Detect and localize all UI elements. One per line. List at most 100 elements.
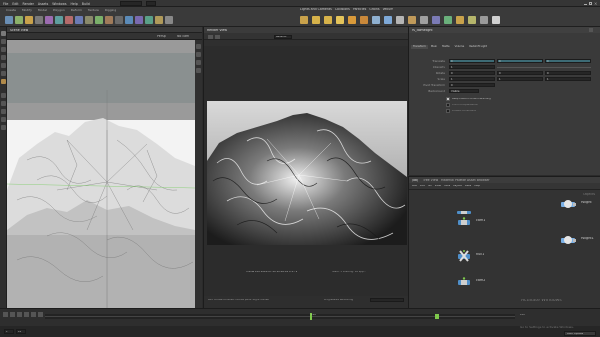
param-field[interactable]: 0	[545, 71, 591, 75]
snap-tool-icon[interactable]	[1, 93, 6, 98]
font-tool-icon[interactable]	[125, 16, 133, 24]
area-light-tool-icon[interactable]	[336, 16, 344, 24]
menu-help[interactable]: Help	[71, 2, 78, 6]
camera-tool-icon[interactable]	[300, 16, 308, 24]
net-menu-add[interactable]: Add	[412, 185, 417, 188]
keyframe-marker[interactable]	[435, 314, 439, 319]
line-tool-icon[interactable]	[65, 16, 73, 24]
torus-tool-icon[interactable]	[35, 16, 43, 24]
gear-icon[interactable]	[589, 28, 593, 32]
start-frame-field[interactable]: 1	[4, 329, 14, 334]
param-field[interactable]: 0	[449, 71, 495, 75]
null-tool-icon[interactable]	[55, 16, 63, 24]
tab-matte[interactable]: Matte	[440, 45, 452, 49]
child-compensation-checkbox[interactable]	[446, 103, 450, 107]
param-field[interactable]: 0	[497, 71, 543, 75]
distant-light-tool-icon[interactable]	[372, 16, 380, 24]
stop-icon[interactable]	[24, 312, 29, 317]
curve-tool-icon[interactable]	[85, 16, 93, 24]
file-tool-icon[interactable]	[165, 16, 173, 24]
rendered-image[interactable]	[207, 101, 407, 245]
shelf-tab-grains[interactable]: Grains	[369, 8, 379, 11]
desktop-selector[interactable]	[120, 1, 142, 6]
jump-start-icon[interactable]	[3, 312, 8, 317]
param-field[interactable]: 0	[449, 83, 495, 87]
param-slider[interactable]	[497, 66, 591, 68]
net-menu-go[interactable]: Go	[428, 185, 432, 188]
path-tool-icon[interactable]	[105, 16, 113, 24]
step-back-icon[interactable]	[10, 312, 15, 317]
enable-constraints-checkbox[interactable]	[446, 109, 450, 113]
rslight-node[interactable]	[559, 197, 579, 211]
view-tool-icon[interactable]	[1, 79, 6, 84]
point-light-tool-icon[interactable]	[312, 16, 320, 24]
cam1-node[interactable]	[457, 217, 471, 227]
stereo-camera-tool-icon[interactable]	[456, 16, 464, 24]
shading-mode-icon[interactable]	[196, 52, 201, 57]
net-menu-view[interactable]: View	[435, 185, 441, 188]
param-field[interactable]: 1	[545, 77, 591, 81]
shelf-tab-modify[interactable]: Modify	[20, 8, 34, 12]
fps-field[interactable]: 24	[16, 329, 26, 334]
volume-light-tool-icon[interactable]	[360, 16, 368, 24]
camera-rig-tool-icon[interactable]	[492, 16, 500, 24]
spray-paint-tool-icon[interactable]	[115, 16, 123, 24]
l-system-tool-icon[interactable]	[145, 16, 153, 24]
tab-redshift-light[interactable]: Redshift Light	[467, 45, 490, 49]
close-icon[interactable]: ×	[594, 1, 597, 6]
point-snap-icon[interactable]	[1, 117, 6, 122]
play-icon[interactable]	[31, 312, 36, 317]
tab-obj[interactable]: /obj	[412, 179, 418, 182]
net-menu-help[interactable]: Help	[474, 185, 480, 188]
tab-volume[interactable]: Volume	[452, 45, 467, 49]
net-menu-labs[interactable]: Labs	[465, 185, 471, 188]
portal-light-tool-icon[interactable]	[432, 16, 440, 24]
menu-file[interactable]: File	[3, 2, 8, 6]
null1-node[interactable]	[457, 249, 471, 263]
prim-snap-icon[interactable]	[1, 109, 6, 114]
scale-tool-icon[interactable]	[1, 55, 6, 60]
move-tool-icon[interactable]	[1, 39, 6, 44]
pose-tool-icon[interactable]	[1, 63, 6, 68]
context-selector[interactable]	[146, 1, 156, 6]
draw-curve-tool-icon[interactable]	[95, 16, 103, 24]
param-field[interactable]: 0	[497, 59, 543, 63]
shelf-tab-texture[interactable]: Texture	[86, 8, 101, 12]
render-button-icon[interactable]	[208, 34, 213, 39]
keep-position-checkbox[interactable]	[446, 97, 450, 101]
menu-render[interactable]: Render	[23, 2, 34, 6]
display-option-icon[interactable]	[196, 44, 201, 49]
stop-render-icon[interactable]	[215, 34, 220, 39]
rotate-tool-icon[interactable]	[1, 47, 6, 52]
param-dropdown[interactable]: Visible	[449, 89, 479, 93]
viewport-canvas[interactable]	[7, 40, 195, 308]
minimize-icon[interactable]	[584, 2, 587, 5]
param-field[interactable]: 1	[449, 65, 495, 69]
step-forward-icon[interactable]	[38, 312, 43, 317]
shelf-tab-collisions[interactable]: Collisions	[335, 8, 350, 11]
shelf-tab-lights-cameras[interactable]: Lights and Cameras	[300, 8, 332, 11]
shelf-tab-deform[interactable]: Deform	[69, 8, 84, 12]
environment-light-tool-icon[interactable]	[384, 16, 392, 24]
net-menu-tools[interactable]: Tools	[444, 185, 450, 188]
select-tool-icon[interactable]	[1, 31, 6, 36]
node-name[interactable]: rs_domelight	[412, 29, 433, 32]
geometry-light-tool-icon[interactable]	[348, 16, 356, 24]
shelf-tab-vellum[interactable]: Vellum	[383, 8, 394, 11]
sky-light-tool-icon[interactable]	[396, 16, 404, 24]
net-menu-layout[interactable]: Layout	[453, 185, 462, 188]
box-tool-icon[interactable]	[5, 16, 13, 24]
timeline-track[interactable]: 120	[45, 313, 515, 320]
background-icon[interactable]	[196, 68, 201, 73]
menu-assets[interactable]: Assets	[38, 2, 48, 6]
platonic-tool-icon[interactable]	[135, 16, 143, 24]
menu-edit[interactable]: Edit	[12, 2, 18, 6]
caustic-light-tool-icon[interactable]	[420, 16, 428, 24]
grid-snap-icon[interactable]	[1, 101, 6, 106]
tab-material-palette[interactable]: Material Palette	[441, 179, 466, 182]
tab-tree-view[interactable]: Tree View	[423, 179, 438, 182]
tab-asset-browser[interactable]: Asset Browser	[467, 179, 490, 182]
param-field[interactable]: 1	[449, 77, 495, 81]
ambient-light-tool-icon[interactable]	[444, 16, 452, 24]
shelf-tab-particles[interactable]: Particles	[353, 8, 366, 11]
